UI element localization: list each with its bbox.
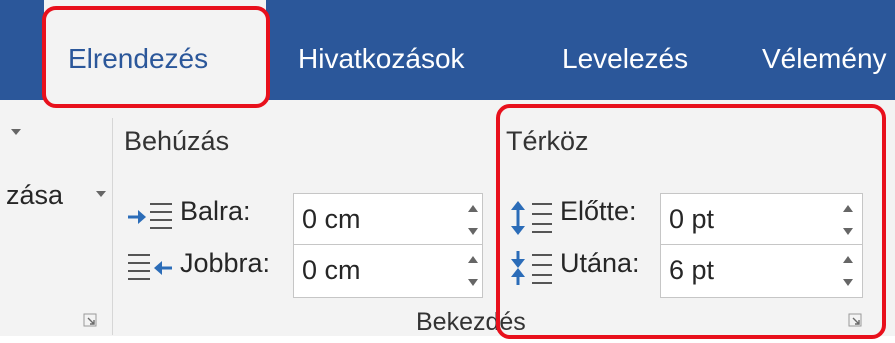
spin-up-icon[interactable] [841, 202, 855, 214]
indent-left-input[interactable]: 0 cm [293, 193, 483, 247]
spacing-before-value: 0 pt [669, 204, 715, 234]
spacing-after-value: 6 pt [669, 255, 715, 285]
spin-up-icon[interactable] [466, 202, 480, 214]
dropdown-arrow-icon[interactable] [10, 128, 22, 136]
spin-down-icon[interactable] [841, 277, 855, 289]
group-divider [112, 118, 113, 335]
indent-left-icon [128, 203, 172, 229]
dropdown-arrow-icon[interactable] [95, 190, 107, 198]
partial-command-label[interactable]: zása [6, 180, 63, 211]
tab-review[interactable]: Vélemény [762, 0, 887, 100]
indent-left-value: 0 cm [302, 204, 361, 234]
spin-down-icon[interactable] [466, 277, 480, 289]
indent-right-input[interactable]: 0 cm [293, 244, 483, 298]
spacing-after-icon [511, 251, 552, 285]
indent-right-icon [128, 254, 172, 280]
indent-group-title: Behúzás [124, 126, 230, 156]
indent-right-label: Jobbra: [180, 248, 271, 278]
spacing-before-label: Előtte: [560, 196, 637, 226]
tab-review-label: Vélemény [762, 43, 887, 74]
spacing-after-input[interactable]: 6 pt [660, 244, 863, 298]
spacing-after-label: Utána: [560, 248, 640, 278]
spin-up-icon[interactable] [841, 253, 855, 265]
indent-left-label: Balra: [180, 196, 251, 226]
spacing-group-title: Térköz [506, 126, 589, 156]
tab-layout[interactable]: Elrendezés [44, 0, 266, 100]
spin-down-icon[interactable] [466, 226, 480, 238]
spacing-before-icon [511, 201, 552, 235]
paragraph-group-label: Bekezdés [416, 308, 526, 336]
dialog-launcher-icon[interactable] [848, 313, 862, 327]
tab-references[interactable]: Hivatkozások [298, 0, 465, 100]
indent-right-value: 0 cm [302, 255, 361, 285]
tab-mailings-label: Levelezés [562, 43, 689, 74]
spin-up-icon[interactable] [466, 253, 480, 265]
spin-down-icon[interactable] [841, 226, 855, 238]
spacing-before-input[interactable]: 0 pt [660, 193, 863, 247]
tab-mailings[interactable]: Levelezés [562, 0, 688, 100]
ribbon-bottom-edge [0, 336, 895, 343]
tab-references-label: Hivatkozások [298, 43, 465, 74]
dialog-launcher-icon[interactable] [83, 313, 97, 327]
